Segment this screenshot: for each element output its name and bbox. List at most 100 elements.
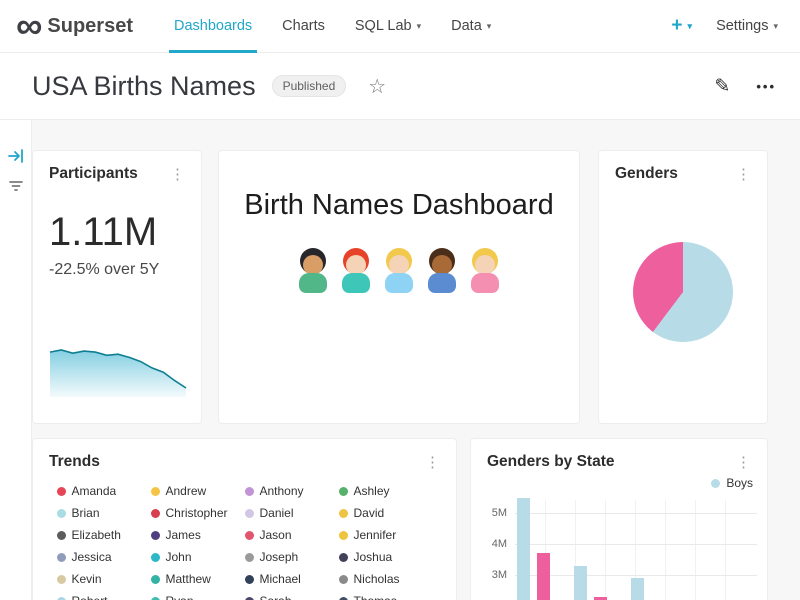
- legend-dot-icon: [711, 479, 720, 488]
- y-axis-tick-label: 5M: [477, 507, 507, 519]
- legend-item[interactable]: Amanda: [57, 484, 151, 498]
- legend-label: Christopher: [166, 506, 228, 520]
- brand-name[interactable]: Superset: [47, 15, 133, 38]
- child-figure: [381, 248, 417, 296]
- settings-label: Settings: [716, 18, 768, 34]
- legend-label: Joseph: [260, 550, 299, 564]
- legend-dot-icon: [339, 597, 348, 600]
- legend-dot-icon: [57, 597, 66, 600]
- nav-item-dashboards[interactable]: Dashboards: [159, 0, 267, 53]
- legend-item[interactable]: Joseph: [245, 550, 339, 564]
- legend-dot-icon: [339, 509, 348, 518]
- legend-item[interactable]: Jason: [245, 528, 339, 542]
- kebab-menu-icon[interactable]: ⋮: [732, 165, 755, 184]
- legend-item[interactable]: Anthony: [245, 484, 339, 498]
- card-trends: Trends ⋮ AmandaAndrewAnthonyAshleyBrianC…: [32, 438, 457, 600]
- nav-label: Data: [451, 18, 482, 34]
- legend-label: Kevin: [72, 572, 102, 586]
- expand-filter-bar-icon[interactable]: [8, 148, 24, 164]
- legend-item[interactable]: Joshua: [339, 550, 433, 564]
- bar-boys: [517, 498, 530, 600]
- states-legend: Boys: [471, 476, 767, 490]
- dashboard-grid: Participants ⋮ 1.11M -22.5% over 5Y Birt…: [0, 120, 800, 600]
- published-badge[interactable]: Published: [272, 75, 347, 97]
- nav-label: Dashboards: [174, 18, 252, 34]
- legend-item[interactable]: Ryan: [151, 594, 245, 600]
- card-genders-by-state: Genders by State ⋮ Boys 5M4M3M: [470, 438, 768, 600]
- legend-item[interactable]: Andrew: [151, 484, 245, 498]
- child-figure: [295, 248, 331, 296]
- legend-dot-icon: [57, 553, 66, 562]
- bar-boys: [574, 566, 587, 600]
- chevron-down-icon: ▾: [487, 22, 492, 31]
- child-figure: [467, 248, 503, 296]
- legend-item[interactable]: John: [151, 550, 245, 564]
- new-dropdown-button[interactable]: + ▾: [671, 15, 692, 37]
- kebab-menu-icon[interactable]: ⋮: [421, 453, 444, 472]
- gridline: [695, 500, 696, 600]
- legend-item[interactable]: Kevin: [57, 572, 151, 586]
- legend-dot-icon: [245, 531, 254, 540]
- big-number-trend: -22.5% over 5Y: [49, 261, 201, 279]
- children-illustration: [219, 248, 579, 296]
- legend-item[interactable]: Matthew: [151, 572, 245, 586]
- legend-dot-icon: [245, 553, 254, 562]
- legend-label: John: [166, 550, 192, 564]
- dashboard-header: USA Births Names Published ☆ ✎ •••: [0, 53, 800, 120]
- filter-icon[interactable]: [8, 178, 24, 194]
- legend-dot-icon: [245, 575, 254, 584]
- legend-dot-icon: [245, 487, 254, 496]
- legend-item[interactable]: Daniel: [245, 506, 339, 520]
- legend-label: Jason: [260, 528, 292, 542]
- legend-item[interactable]: Jessica: [57, 550, 151, 564]
- legend-dot-icon: [339, 575, 348, 584]
- card-title: Genders by State: [487, 453, 615, 471]
- legend-item[interactable]: Nicholas: [339, 572, 433, 586]
- states-bar-chart[interactable]: 5M4M3M: [515, 500, 757, 600]
- legend-dot-icon: [339, 487, 348, 496]
- legend-item[interactable]: Ashley: [339, 484, 433, 498]
- legend-item[interactable]: Brian: [57, 506, 151, 520]
- legend-dot-icon: [151, 531, 160, 540]
- legend-label: Sarah: [260, 594, 292, 600]
- nav-item-sql-lab[interactable]: SQL Lab ▾: [340, 0, 436, 53]
- navbar: ∞ Superset Dashboards Charts SQL Lab ▾ D…: [0, 0, 800, 53]
- settings-menu[interactable]: Settings ▾: [716, 18, 778, 34]
- legend-item[interactable]: Christopher: [151, 506, 245, 520]
- legend-label: Nicholas: [354, 572, 400, 586]
- legend-dot-icon: [151, 597, 160, 600]
- gridline: [515, 544, 757, 545]
- edit-pencil-icon[interactable]: ✎: [714, 75, 730, 98]
- trends-legend: Amanda AndrewAnthonyAshley Brian Christophe…: [33, 484, 456, 600]
- gridline: [515, 513, 757, 514]
- legend-label: David: [354, 506, 385, 520]
- kebab-menu-icon[interactable]: ⋮: [166, 165, 189, 184]
- legend-item[interactable]: Robert: [57, 594, 151, 600]
- legend-label: Amanda: [72, 484, 117, 498]
- legend-dot-icon: [57, 509, 66, 518]
- favorite-star-icon[interactable]: ☆: [368, 74, 386, 99]
- legend-item[interactable]: James: [151, 528, 245, 542]
- legend-item[interactable]: Jennifer: [339, 528, 433, 542]
- legend-item[interactable]: David: [339, 506, 433, 520]
- legend-label: Daniel: [260, 506, 294, 520]
- legend-item[interactable]: Thomas: [339, 594, 433, 600]
- collapsed-filter-bar: [0, 120, 32, 600]
- legend-label: Thomas: [354, 594, 397, 600]
- superset-logo-icon: ∞: [16, 6, 40, 46]
- legend-item[interactable]: Elizabeth: [57, 528, 151, 542]
- genders-pie-chart[interactable]: [633, 242, 733, 342]
- plus-icon: +: [671, 15, 682, 37]
- legend-item[interactable]: Sarah: [245, 594, 339, 600]
- bar-boys: [631, 578, 644, 600]
- legend-item[interactable]: Michael: [245, 572, 339, 586]
- nav-item-charts[interactable]: Charts: [267, 0, 340, 53]
- legend-label: Jennifer: [354, 528, 397, 542]
- legend-dot-icon: [339, 553, 348, 562]
- nav-item-data[interactable]: Data ▾: [436, 0, 506, 53]
- kebab-menu-icon[interactable]: ⋮: [732, 453, 755, 472]
- legend-item[interactable]: Boys: [711, 476, 753, 490]
- legend-dot-icon: [151, 487, 160, 496]
- legend-label: James: [166, 528, 201, 542]
- more-options-icon[interactable]: •••: [756, 79, 776, 94]
